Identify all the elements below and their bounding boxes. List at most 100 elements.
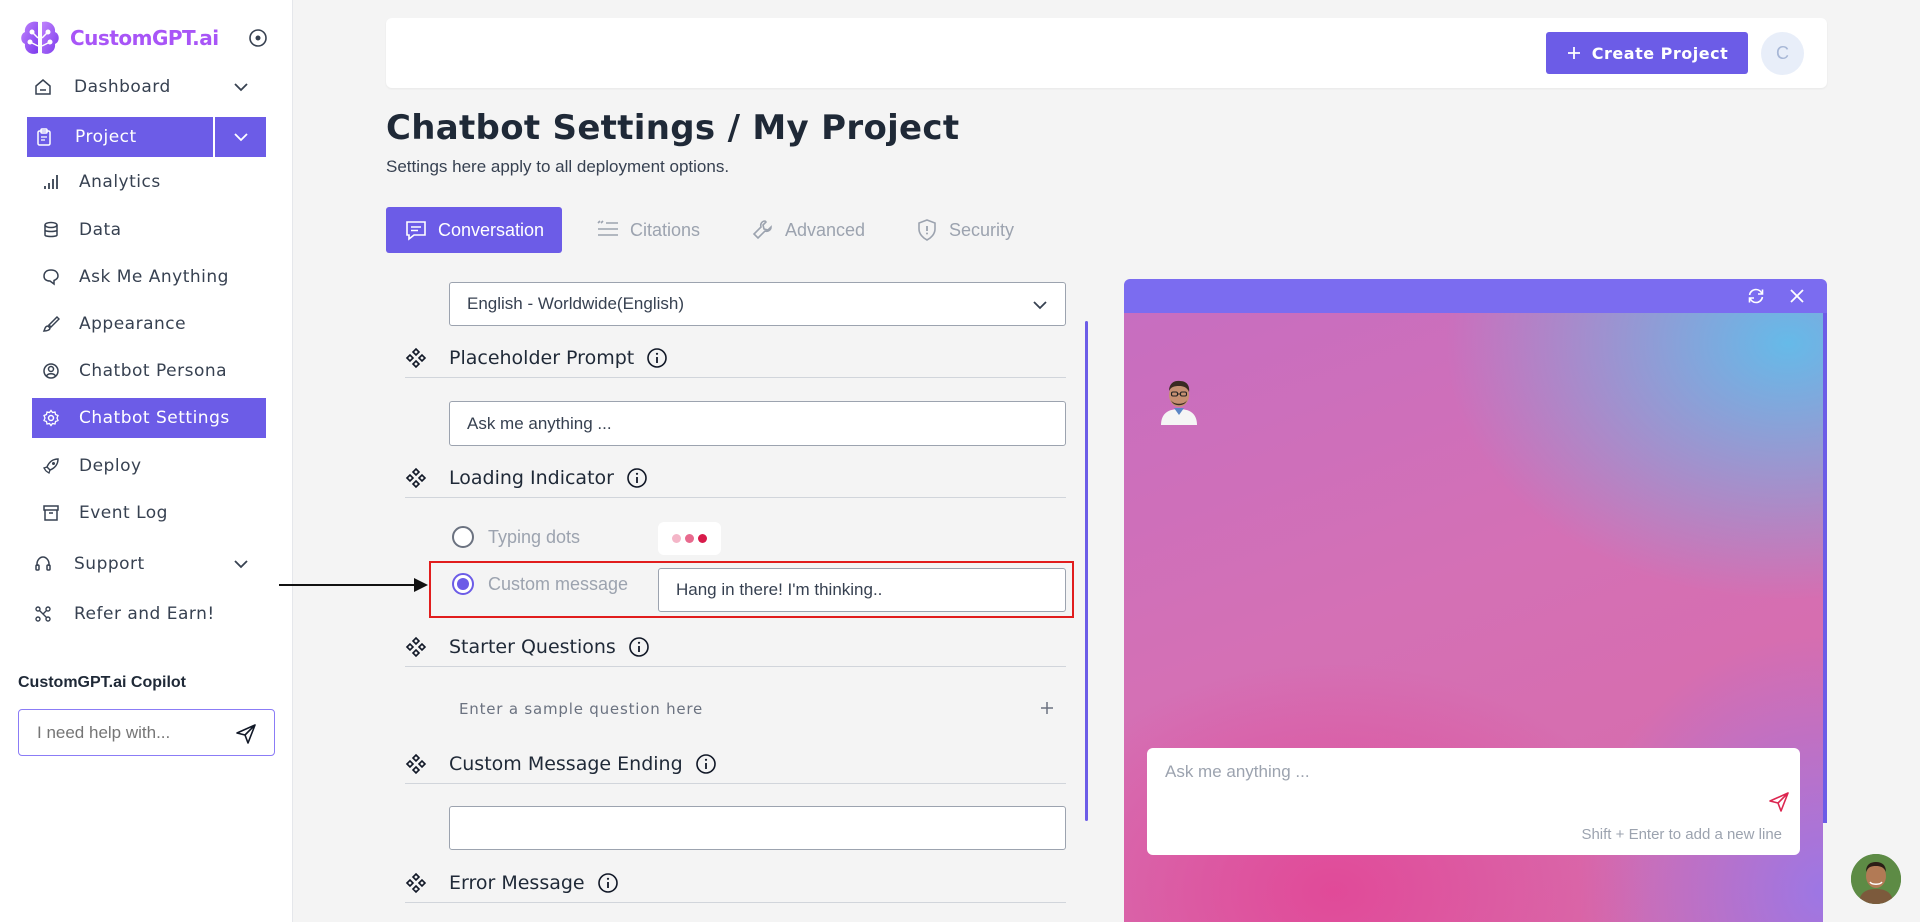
- section-starter-questions: Starter Questions: [405, 627, 1066, 667]
- section-error-message: Error Message: [405, 863, 1066, 903]
- settings-scrollbar[interactable]: [1085, 321, 1088, 821]
- send-icon[interactable]: [1767, 790, 1791, 814]
- sidebar-item-project[interactable]: Project: [27, 117, 266, 157]
- annotation-highlight-box: [429, 561, 1074, 618]
- project-selector[interactable]: Project: [27, 117, 213, 157]
- paintbrush-icon: [42, 315, 60, 332]
- brand-name: CustomGPT.ai: [70, 26, 219, 50]
- sidebar-item-refer-and-earn[interactable]: Refer and Earn!: [34, 596, 266, 632]
- drag-handle-icon[interactable]: [405, 753, 427, 775]
- collapse-sidebar-icon[interactable]: [248, 28, 268, 48]
- section-title: Error Message: [449, 871, 585, 894]
- chat-preview-body: Ask me anything ... Shift + Enter to add…: [1124, 313, 1823, 922]
- typing-dot: [672, 534, 681, 543]
- quote-list-icon: [597, 220, 618, 236]
- user-avatar[interactable]: C: [1761, 32, 1804, 75]
- sidebar-item-appearance[interactable]: Appearance: [32, 304, 266, 344]
- tab-citations[interactable]: Citations: [596, 207, 700, 253]
- support-chat-avatar[interactable]: [1851, 854, 1901, 904]
- section-title: Placeholder Prompt: [449, 346, 635, 369]
- user-circle-icon: [43, 363, 59, 379]
- sidebar-item-data[interactable]: Data: [32, 210, 266, 250]
- typing-dots-radio[interactable]: [452, 526, 474, 548]
- info-icon[interactable]: [597, 872, 619, 894]
- create-project-label: Create Project: [1591, 43, 1729, 63]
- chat-input-box[interactable]: Ask me anything ... Shift + Enter to add…: [1147, 748, 1800, 855]
- info-icon[interactable]: [626, 467, 648, 489]
- message-square-icon: [406, 221, 426, 241]
- sidebar-item-label: Deploy: [79, 456, 142, 476]
- typing-dots-label: Typing dots: [488, 526, 581, 547]
- sidebar-item-label: Support: [74, 554, 145, 574]
- tab-label: Conversation: [438, 219, 545, 240]
- drag-handle-icon[interactable]: [405, 467, 427, 489]
- chat-preview: Ask me anything ... Shift + Enter to add…: [1124, 279, 1827, 922]
- tab-label: Advanced: [785, 219, 866, 240]
- sidebar-item-analytics[interactable]: Analytics: [32, 162, 266, 202]
- add-question-plus-icon[interactable]: [1038, 699, 1056, 717]
- database-icon: [44, 221, 58, 238]
- chevron-down-icon: [233, 133, 248, 142]
- section-title: Loading Indicator: [449, 466, 614, 489]
- sidebar-item-label: Project: [75, 127, 137, 147]
- section-custom-message-ending: Custom Message Ending: [405, 744, 1066, 784]
- archive-icon: [43, 505, 59, 521]
- drag-handle-icon[interactable]: [405, 636, 427, 658]
- create-project-button[interactable]: Create Project: [1546, 32, 1748, 74]
- sidebar: CustomGPT.ai Dashboard Project Analytics…: [0, 0, 293, 922]
- sidebar-item-label: Analytics: [79, 172, 161, 192]
- bot-avatar: [1161, 380, 1197, 425]
- sidebar-item-dashboard[interactable]: Dashboard: [34, 69, 266, 105]
- info-icon[interactable]: [695, 753, 717, 775]
- annotation-arrow-head: [414, 578, 428, 592]
- support-person-icon: [1851, 854, 1901, 904]
- info-icon[interactable]: [646, 347, 668, 369]
- tab-label: Security: [949, 219, 1015, 240]
- tab-label: Citations: [630, 219, 701, 240]
- refresh-icon[interactable]: [1746, 286, 1766, 306]
- rocket-icon: [42, 458, 59, 475]
- clipboard-icon: [37, 128, 51, 146]
- typing-dot: [698, 534, 707, 543]
- sidebar-item-event-log[interactable]: Event Log: [32, 493, 266, 533]
- starter-question-placeholder[interactable]: Enter a sample question here: [459, 700, 703, 718]
- copilot-input[interactable]: [37, 722, 227, 743]
- chevron-down-icon: [1033, 301, 1047, 310]
- shield-icon: [918, 219, 936, 241]
- chat-input-placeholder: Ask me anything ...: [1165, 762, 1310, 781]
- chat-preview-scrollbar: [1823, 313, 1827, 823]
- typing-dots-option[interactable]: Typing dots: [452, 526, 580, 548]
- info-icon[interactable]: [628, 636, 650, 658]
- sidebar-item-deploy[interactable]: Deploy: [32, 446, 266, 486]
- sidebar-item-ask-me-anything[interactable]: Ask Me Anything: [32, 257, 266, 297]
- sidebar-item-label: Event Log: [79, 503, 168, 523]
- language-select[interactable]: English - Worldwide(English): [449, 282, 1066, 326]
- drag-handle-icon[interactable]: [405, 872, 427, 894]
- chevron-down-icon: [234, 560, 248, 569]
- placeholder-prompt-input[interactable]: [449, 401, 1066, 446]
- custom-message-ending-input[interactable]: [449, 806, 1066, 850]
- project-expand-button[interactable]: [215, 117, 266, 157]
- chat-bubble-icon: [43, 269, 59, 286]
- sidebar-item-chatbot-settings[interactable]: Chatbot Settings: [32, 398, 266, 438]
- gear-icon: [43, 409, 59, 427]
- sidebar-item-support[interactable]: Support: [34, 546, 266, 582]
- drag-handle-icon[interactable]: [405, 347, 427, 369]
- typing-dot: [685, 534, 694, 543]
- tab-conversation[interactable]: Conversation: [386, 207, 563, 253]
- chat-preview-header: [1124, 279, 1827, 313]
- tab-security[interactable]: Security: [915, 207, 1014, 253]
- close-icon[interactable]: [1788, 287, 1806, 305]
- sidebar-item-chatbot-persona[interactable]: Chatbot Persona: [32, 351, 266, 391]
- share-nodes-icon: [35, 606, 51, 622]
- tab-advanced[interactable]: Advanced: [751, 207, 865, 253]
- sidebar-item-label: Chatbot Persona: [79, 361, 228, 381]
- send-icon[interactable]: [234, 722, 258, 746]
- wrench-icon: [752, 220, 772, 240]
- brand-logo[interactable]: CustomGPT.ai: [18, 18, 219, 58]
- copilot-title: CustomGPT.ai Copilot: [18, 674, 186, 691]
- plus-icon: [1567, 47, 1580, 59]
- sidebar-item-label: Refer and Earn!: [74, 604, 215, 624]
- page-subtitle: Settings here apply to all deployment op…: [386, 157, 730, 176]
- copilot-input-box: [18, 709, 275, 756]
